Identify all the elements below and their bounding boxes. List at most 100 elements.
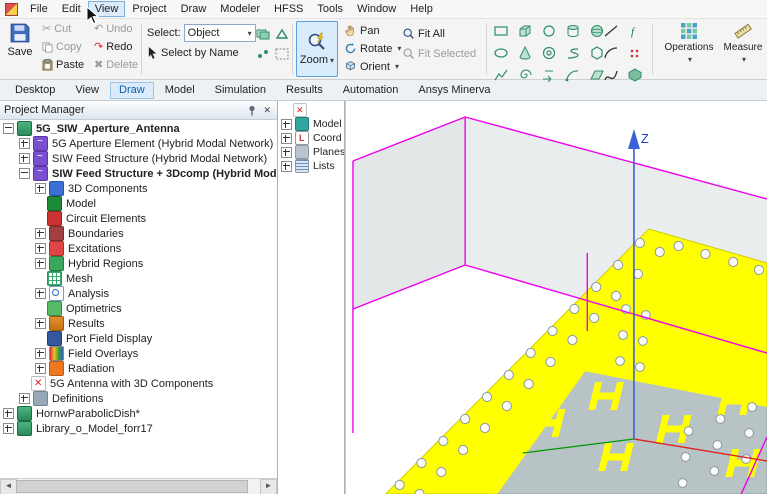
tab-desktop[interactable]: Desktop [6,82,64,99]
tree-item[interactable]: SIW Feed Structure + 3Dcomp (Hybrid Moda… [0,166,277,181]
tree-item[interactable]: Radiation [0,361,277,376]
tree-item[interactable]: SIW Feed Structure (Hybrid Modal Network… [0,151,277,166]
expand-expander-icon[interactable] [35,258,46,269]
scroll-right-icon[interactable]: ► [260,479,277,494]
tree-item[interactable]: Analysis [0,286,277,301]
tree-item[interactable]: Results [0,316,277,331]
expand-expander-icon[interactable] [3,423,14,434]
tree-item[interactable]: 5G Antenna with 3D Components [0,376,277,391]
model-tree-item[interactable]: Model [278,117,344,131]
tree-item[interactable]: Circuit Elements [0,211,277,226]
point-icon[interactable] [624,43,646,63]
draw-spline-icon[interactable] [600,65,622,85]
fit-all-button[interactable]: Fit All [402,27,445,40]
tree-item[interactable]: Excitations [0,241,277,256]
draw-ellipse-icon[interactable] [490,43,512,63]
orient-button[interactable]: Orient [344,60,399,73]
expand-expander-icon[interactable] [35,243,46,254]
collapse-expander-icon[interactable] [3,123,14,134]
delete-button[interactable]: ✖ Delete [94,59,138,71]
tree-item[interactable]: Definitions [0,391,277,406]
expand-expander-icon[interactable] [35,288,46,299]
model-tree-root[interactable] [278,103,344,117]
draw-cone-icon[interactable] [514,43,536,63]
tree-item[interactable]: Mesh [0,271,277,286]
tree-item[interactable]: Library_o_Model_forr17 [0,421,277,436]
tree-item[interactable]: 5G_SIW_Aperture_Antenna [0,121,277,136]
paste-button[interactable]: Paste [42,59,84,71]
scroll-left-icon[interactable]: ◄ [0,479,17,494]
tree-item[interactable]: Hybrid Regions [0,256,277,271]
menu-edit[interactable]: Edit [55,1,88,17]
tree-item[interactable]: Model [0,196,277,211]
menu-file[interactable]: File [23,1,55,17]
expand-expander-icon[interactable] [19,393,30,404]
expand-expander-icon[interactable] [281,161,292,172]
tab-draw[interactable]: Draw [110,82,154,99]
model-tree-item[interactable]: Lists [278,159,344,173]
menu-hfss[interactable]: HFSS [267,1,310,17]
expand-expander-icon[interactable] [19,138,30,149]
model-tree-item[interactable]: Coord [278,131,344,145]
3d-modeler-viewport[interactable]: Z [345,101,767,494]
draw-circle-icon[interactable] [538,21,560,41]
expand-expander-icon[interactable] [35,348,46,359]
expand-expander-icon[interactable] [19,153,30,164]
tab-ansys-minerva[interactable]: Ansys Minerva [409,82,499,99]
close-icon[interactable]: ✕ [261,105,273,116]
draw-rectangle-icon[interactable] [490,21,512,41]
menu-help[interactable]: Help [403,1,440,17]
menu-window[interactable]: Window [350,1,403,17]
select-multi-icon[interactable] [273,45,291,63]
draw-polyline-icon[interactable] [490,65,512,85]
pin-icon[interactable] [247,105,257,116]
tab-view[interactable]: View [66,82,108,99]
rotate-button[interactable]: Rotate [344,42,401,55]
menu-tools[interactable]: Tools [310,1,350,17]
measure-button[interactable]: Measure [722,22,764,64]
draw-spiral-icon[interactable] [514,65,536,85]
expand-expander-icon[interactable] [3,408,14,419]
redo-button[interactable]: ↷ Redo [94,41,133,53]
draw-sweep-icon[interactable] [538,65,560,85]
operations-button[interactable]: Operations [660,22,718,64]
save-button[interactable]: Save [2,22,38,58]
draw-line-icon[interactable] [600,21,622,41]
draw-helix-icon[interactable] [562,43,584,63]
tab-model[interactable]: Model [156,82,204,99]
expand-expander-icon[interactable] [35,318,46,329]
expand-expander-icon[interactable] [35,183,46,194]
draw-arc-icon[interactable] [600,43,622,63]
tree-item[interactable]: HornwParabolicDish* [0,406,277,421]
expand-expander-icon[interactable] [35,228,46,239]
tree-item[interactable]: Port Field Display [0,331,277,346]
draw-torus-icon[interactable] [538,43,560,63]
menu-modeler[interactable]: Modeler [213,1,267,17]
model-tree-item[interactable]: Planes [278,145,344,159]
tree-item[interactable]: 3D Components [0,181,277,196]
select-vertices-icon[interactable] [254,45,272,63]
select-faces-icon[interactable] [254,25,272,43]
scrollbar-thumb[interactable] [16,480,248,493]
expand-expander-icon[interactable] [281,133,292,144]
tab-automation[interactable]: Automation [334,82,408,99]
tree-item[interactable]: Optimetrics [0,301,277,316]
tree-item[interactable]: Field Overlays [0,346,277,361]
tab-simulation[interactable]: Simulation [206,82,275,99]
select-mode-dropdown[interactable]: Object [184,24,256,42]
draw-bondwire-icon[interactable] [562,65,584,85]
draw-box-icon[interactable] [514,21,536,41]
fit-selected-button[interactable]: Fit Selected [402,47,476,60]
cut-button[interactable]: ✂ Cut [42,23,71,35]
tab-results[interactable]: Results [277,82,332,99]
pan-button[interactable]: Pan [344,24,380,37]
copy-button[interactable]: Copy [42,41,82,53]
expand-expander-icon[interactable] [281,119,292,130]
expand-expander-icon[interactable] [35,363,46,374]
expand-expander-icon[interactable] [281,147,292,158]
equation-curve-icon[interactable]: f [624,21,646,41]
select-by-name-button[interactable]: Select by Name [147,46,239,59]
zoom-button[interactable]: Zoom [296,21,338,77]
select-edges-icon[interactable] [273,25,291,43]
menu-draw[interactable]: Draw [174,1,214,17]
